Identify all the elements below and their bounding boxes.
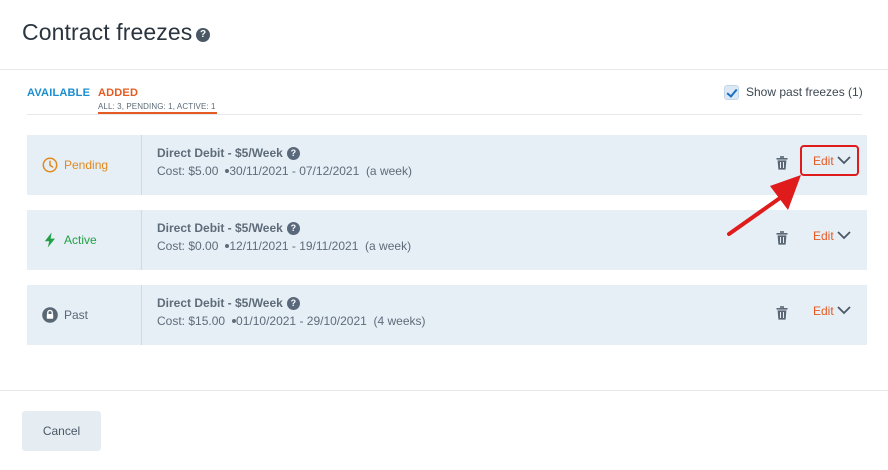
- freeze-name-text: Direct Debit - $5/Week: [157, 221, 283, 235]
- freeze-dates: 01/10/2021 - 29/10/2021: [236, 314, 367, 328]
- freeze-details: Direct Debit - $5/Week ? Cost: $0.00 12/1…: [157, 221, 411, 253]
- edit-button[interactable]: Edit: [813, 304, 834, 318]
- freeze-dates: 30/11/2021 - 07/12/2021: [229, 164, 360, 178]
- freeze-name-text: Direct Debit - $5/Week: [157, 296, 283, 310]
- page-title: Contract freezes: [22, 19, 193, 45]
- freeze-name: Direct Debit - $5/Week ?: [157, 296, 426, 310]
- help-icon[interactable]: ?: [196, 28, 210, 42]
- show-past-label: Show past freezes (1): [746, 85, 863, 99]
- status-cell: Active: [27, 210, 142, 270]
- edit-button[interactable]: Edit: [813, 229, 834, 243]
- trash-icon[interactable]: [776, 231, 788, 245]
- help-icon[interactable]: ?: [286, 146, 300, 160]
- page-header: Contract freezes ?: [0, 0, 888, 70]
- footer-divider: [0, 390, 888, 391]
- tab-added-label: ADDED: [98, 87, 139, 99]
- freeze-meta: Cost: $0.00 12/11/2021 - 19/11/2021 (a we…: [157, 239, 411, 253]
- help-icon[interactable]: ?: [286, 221, 300, 235]
- freeze-dates: 12/11/2021 - 19/11/2021: [229, 239, 359, 253]
- chevron-down-icon[interactable]: [836, 302, 852, 318]
- trash-icon[interactable]: [776, 306, 788, 320]
- freeze-meta: Cost: $5.00 30/11/2021 - 07/12/2021 (a we…: [157, 164, 412, 178]
- lock-icon: [42, 307, 58, 323]
- freeze-name: Direct Debit - $5/Week ?: [157, 146, 412, 160]
- show-past-freezes-toggle[interactable]: Show past freezes (1): [724, 84, 863, 100]
- freeze-row-past: Past Direct Debit - $5/Week ? Cost: $15.…: [27, 285, 867, 345]
- freeze-cost: Cost: $15.00: [157, 314, 226, 328]
- help-icon[interactable]: ?: [286, 296, 300, 310]
- trash-icon[interactable]: [776, 156, 788, 170]
- active-tab-indicator: [98, 112, 217, 114]
- freeze-duration: (a week): [365, 164, 412, 178]
- freeze-name-text: Direct Debit - $5/Week: [157, 146, 283, 160]
- show-past-checkbox[interactable]: [724, 84, 739, 100]
- freeze-row-pending: Pending Direct Debit - $5/Week ? Cost: $…: [27, 135, 867, 195]
- cancel-button[interactable]: Cancel: [22, 411, 101, 451]
- freeze-meta: Cost: $15.00 01/10/2021 - 29/10/2021 (4 w…: [157, 314, 426, 328]
- status-cell: Past: [27, 285, 142, 345]
- freeze-name: Direct Debit - $5/Week ?: [157, 221, 411, 235]
- freeze-details: Direct Debit - $5/Week ? Cost: $5.00 30/1…: [157, 146, 412, 178]
- freeze-cost: Cost: $5.00: [157, 164, 219, 178]
- tab-added-counts: ALL: 3, PENDING: 1, ACTIVE: 1: [98, 102, 216, 111]
- edit-highlight-box: [800, 145, 859, 176]
- lightning-icon: [44, 232, 55, 248]
- freeze-duration: (4 weeks): [373, 314, 426, 328]
- freeze-cost: Cost: $0.00: [157, 239, 219, 253]
- tab-available[interactable]: AVAILABLE: [27, 87, 90, 99]
- status-label: Active: [64, 233, 97, 247]
- tab-added[interactable]: ADDED ALL: 3, PENDING: 1, ACTIVE: 1: [98, 85, 216, 111]
- status-cell: Pending: [27, 135, 142, 195]
- status-label: Past: [64, 308, 89, 322]
- freeze-duration: (a week): [365, 239, 412, 253]
- status-label: Pending: [64, 158, 109, 172]
- freeze-row-active: Active Direct Debit - $5/Week ? Cost: $0…: [27, 210, 867, 270]
- freeze-details: Direct Debit - $5/Week ? Cost: $15.00 01/…: [157, 296, 426, 328]
- clock-icon: [42, 157, 58, 173]
- chevron-down-icon[interactable]: [836, 227, 852, 243]
